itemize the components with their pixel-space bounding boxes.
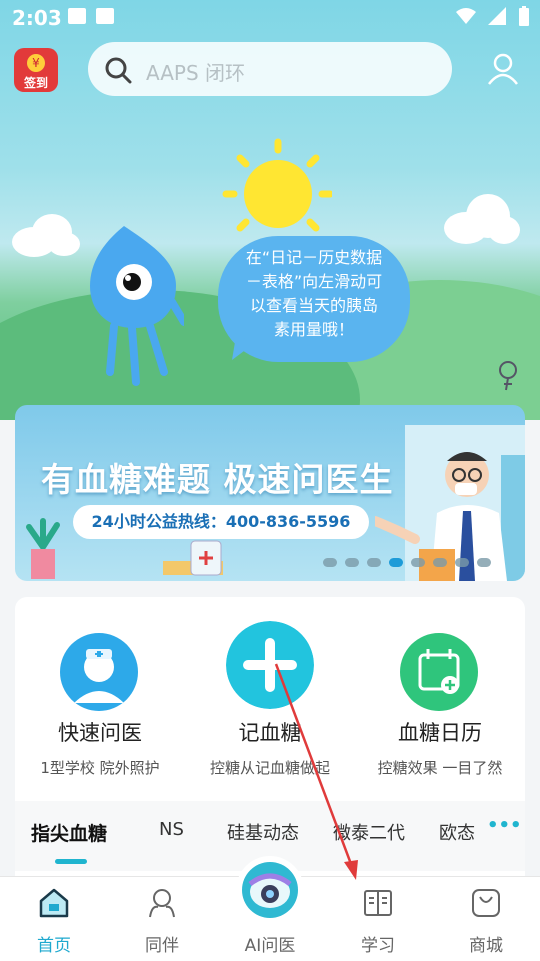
home-icon [39,888,69,918]
checkin-button[interactable]: ¥ 签到 [14,48,58,92]
carousel-dot[interactable] [411,558,425,567]
tip-line: 以查看当天的胰岛 [249,296,378,315]
signal-icon [488,7,506,25]
status-time: 2:03 [12,6,62,30]
sun-illustration [222,138,332,232]
tab-fingertip-glucose[interactable]: 指尖血糖 [31,819,107,846]
quick-action-label: 血糖日历 [398,721,482,745]
wifi-icon [456,8,476,24]
doctor-icon [60,633,138,711]
carousel-dot[interactable] [345,558,359,567]
tab-silicon-dynamic[interactable]: 硅基动态 [227,819,299,845]
tip-line: －表格”向左滑动可 [245,272,383,291]
nav-label: 首页 [37,936,71,956]
search-icon [105,57,132,84]
app-notification-icon [96,8,114,24]
bubble-tail [232,336,256,360]
tab-microtech-gen2[interactable]: 微泰二代 [333,819,405,845]
tab-ns[interactable]: NS [159,819,184,840]
nav-label: AI问医 [244,936,296,956]
battery-icon [519,6,529,26]
tip-line: 在“日记－历史数据 [245,248,383,267]
quick-action-label: 记血糖 [238,721,302,745]
ai-doctor-icon [242,862,298,918]
active-tab-indicator [55,859,87,864]
search-placeholder: AAPS 闭环 [146,61,246,85]
banner-title: 有血糖难题 极速问医生 [41,460,394,499]
user-profile-icon[interactable] [486,52,520,86]
carousel-dot[interactable] [455,558,469,567]
medicine-kit-illustration [163,540,223,576]
quick-actions-card: 快速问医 1型学校 院外照护 记血糖 控糖从记血糖做起 血糖日历 控糖效果 一目… [15,597,525,887]
side-mascot-icon[interactable] [494,358,522,392]
more-tabs-icon[interactable]: ••• [487,815,522,836]
promo-banner[interactable]: 有血糖难题 极速问医生 24小时公益热线：400-836-5596 [15,405,525,581]
checkin-label: 签到 [23,76,48,90]
plant-illustration [26,518,60,579]
quick-action-label: 快速问医 [58,721,142,745]
quick-action-subtitle: 控糖效果 一目了然 [377,759,503,777]
quick-action-subtitle: 1型学校 院外照护 [40,759,160,777]
cloud-right [444,194,520,244]
image-notification-icon [68,8,86,24]
plus-icon [226,621,314,709]
nav-label: 商城 [469,936,503,956]
tab-ou-tai[interactable]: 欧态 [439,819,475,845]
book-icon [364,890,392,916]
carousel-dot[interactable] [367,558,381,567]
ai-robot-icon [248,873,292,908]
shop-bag-icon [472,889,500,917]
nav-label: 学习 [361,936,395,956]
companion-icon [149,889,175,918]
status-bar: 2:03 [0,0,540,36]
banner-hotline: 24小时公益热线：400-836-5596 [73,505,369,539]
carousel-dots [323,558,491,567]
quick-action-subtitle: 控糖从记血糖做起 [209,759,330,777]
drop-mascot [90,226,184,386]
coin-icon: ¥ [27,54,45,72]
carousel-dot-active[interactable] [389,558,403,567]
calendar-icon [400,633,478,711]
search-input[interactable]: AAPS 闭环 [88,42,452,96]
carousel-dot[interactable] [477,558,491,567]
nav-label: 同伴 [145,936,179,956]
carousel-dot[interactable] [433,558,447,567]
carousel-dot[interactable] [323,558,337,567]
ai-doctor-button[interactable] [236,856,304,924]
cloud-left [12,214,80,257]
